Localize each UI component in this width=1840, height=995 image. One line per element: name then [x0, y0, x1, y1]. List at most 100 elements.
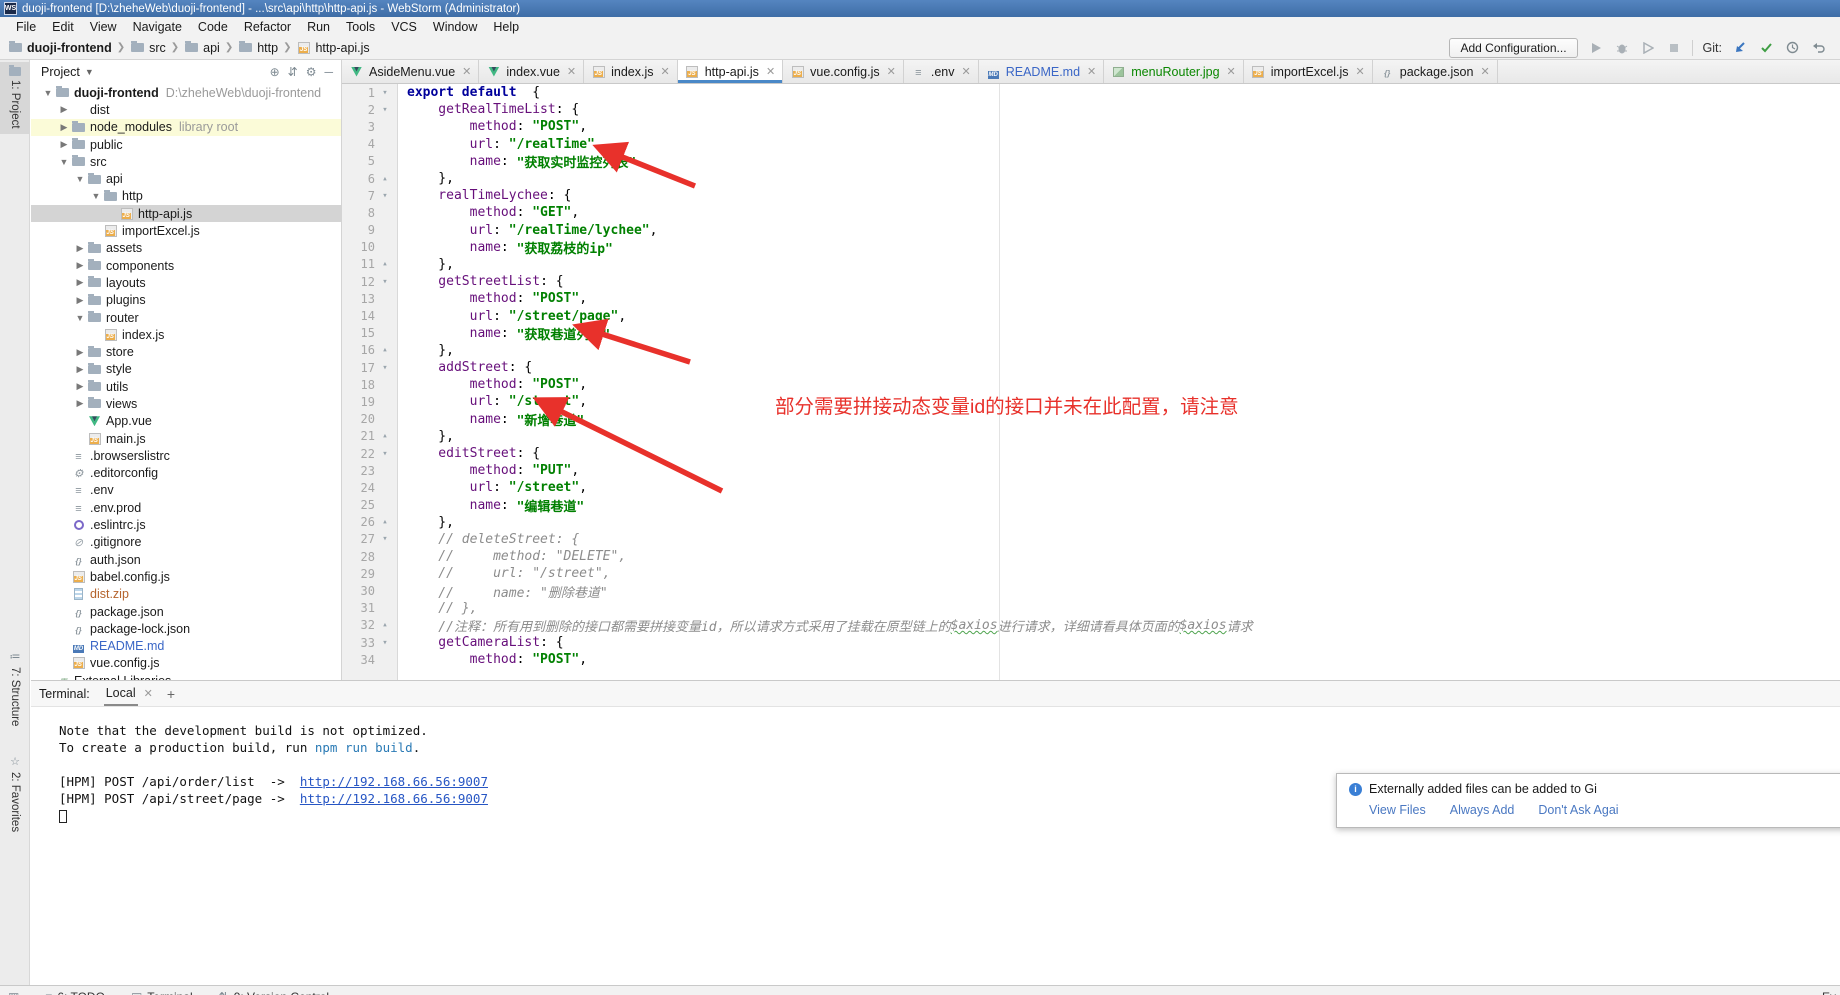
tree-row-api[interactable]: ▼api — [31, 170, 341, 187]
history-icon[interactable] — [1784, 40, 1800, 56]
tree-row-components[interactable]: ▶components — [31, 257, 341, 274]
breadcrumb-item[interactable]: api — [184, 41, 220, 55]
editor-tab-http-api-js[interactable]: http-api.js✕ — [678, 60, 783, 83]
tree-row-utils[interactable]: ▶utils — [31, 378, 341, 395]
tree-closed-chevron-icon[interactable]: ▶ — [73, 364, 87, 375]
tree-open-chevron-icon[interactable]: ▼ — [57, 157, 71, 167]
tree-row--editorconfig[interactable]: .editorconfig — [31, 465, 341, 482]
tree-closed-chevron-icon[interactable]: ▶ — [73, 243, 87, 254]
tree-row-node-modules[interactable]: ▶node_moduleslibrary root — [31, 119, 341, 136]
tree-row-readme-md[interactable]: README.md — [31, 638, 341, 655]
tree-row-package-lock-json[interactable]: package-lock.json — [31, 620, 341, 637]
menu-item-code[interactable]: Code — [190, 20, 236, 34]
tree-row-index-js[interactable]: index.js — [31, 326, 341, 343]
fold-end-icon[interactable]: ▴ — [375, 174, 395, 184]
tree-closed-chevron-icon[interactable]: ▶ — [73, 277, 87, 288]
tree-row-main-js[interactable]: main.js — [31, 430, 341, 447]
fold-open-icon[interactable]: ▾ — [375, 449, 395, 459]
tree-row-router[interactable]: ▼router — [31, 309, 341, 326]
breadcrumb-item[interactable]: http — [238, 41, 278, 55]
project-view-selector[interactable]: Project — [41, 65, 80, 79]
tree-closed-chevron-icon[interactable]: ▶ — [73, 260, 87, 271]
terminal-link[interactable]: http://192.168.66.56:9007 — [300, 791, 488, 806]
menu-item-file[interactable]: File — [8, 20, 44, 34]
fold-open-icon[interactable]: ▾ — [375, 638, 395, 648]
tree-row--env-prod[interactable]: .env.prod — [31, 499, 341, 516]
tree-row-store[interactable]: ▶store — [31, 343, 341, 360]
tree-row--gitignore[interactable]: .gitignore — [31, 534, 341, 551]
fold-end-icon[interactable]: ▴ — [375, 431, 395, 441]
tree-row-app-vue[interactable]: App.vue — [31, 413, 341, 430]
tree-open-chevron-icon[interactable]: ▼ — [73, 174, 87, 184]
tool-window-switcher-icon[interactable]: ▦ — [8, 990, 19, 995]
editor-tab-index-vue[interactable]: index.vue✕ — [479, 60, 584, 83]
menu-item-run[interactable]: Run — [299, 20, 338, 34]
tree-row-views[interactable]: ▶views — [31, 395, 341, 412]
tree-row-vue-config-js[interactable]: vue.config.js — [31, 655, 341, 672]
tree-closed-chevron-icon[interactable]: ▶ — [57, 104, 71, 115]
tab-close-icon[interactable]: ✕ — [565, 65, 576, 78]
tree-open-chevron-icon[interactable]: ▼ — [73, 313, 87, 323]
tree-row-dist[interactable]: ▶dist — [31, 101, 341, 118]
run-icon[interactable] — [1588, 40, 1604, 56]
fold-open-icon[interactable]: ▾ — [375, 534, 395, 544]
menu-item-vcs[interactable]: VCS — [383, 20, 425, 34]
tree-row-src[interactable]: ▼src — [31, 153, 341, 170]
breadcrumb-item[interactable]: duoji-frontend — [8, 41, 112, 55]
menu-item-window[interactable]: Window — [425, 20, 485, 34]
tree-row-style[interactable]: ▶style — [31, 361, 341, 378]
fold-open-icon[interactable]: ▾ — [375, 363, 395, 373]
run-with-coverage-icon[interactable] — [1640, 40, 1656, 56]
tree-row-duoji-frontend[interactable]: ▼duoji-frontendD:\zheheWeb\duoji-fronten… — [31, 84, 341, 101]
editor-tab-index-js[interactable]: index.js✕ — [584, 60, 678, 83]
terminal-tab-local[interactable]: Local — [104, 682, 138, 706]
fold-end-icon[interactable]: ▴ — [375, 259, 395, 269]
editor-tab-importexcel-js[interactable]: importExcel.js✕ — [1244, 60, 1373, 83]
tree-closed-chevron-icon[interactable]: ▶ — [73, 398, 87, 409]
tab-close-icon[interactable]: ✕ — [764, 65, 775, 78]
editor-tab--env[interactable]: .env✕ — [904, 60, 979, 83]
project-panel-header[interactable]: Project ▼ ⊕ ⇵ ⚙ ─ — [31, 60, 341, 83]
tree-row-layouts[interactable]: ▶layouts — [31, 274, 341, 291]
tree-row-importexcel-js[interactable]: importExcel.js — [31, 222, 341, 239]
git-update-icon[interactable] — [1732, 40, 1748, 56]
tree-open-chevron-icon[interactable]: ▼ — [41, 88, 55, 98]
tab-close-icon[interactable]: ✕ — [460, 65, 471, 78]
statusbar-item-6--todo[interactable]: ≡6: TODO — [45, 990, 105, 995]
rollback-icon[interactable] — [1810, 40, 1826, 56]
tab-close-icon[interactable]: ✕ — [659, 65, 670, 78]
tree-row-plugins[interactable]: ▶plugins — [31, 292, 341, 309]
notification-action-view-files[interactable]: View Files — [1369, 803, 1426, 817]
tab-close-icon[interactable]: ✕ — [885, 65, 896, 78]
tree-row-http[interactable]: ▼http — [31, 188, 341, 205]
menu-item-navigate[interactable]: Navigate — [125, 20, 190, 34]
tree-closed-chevron-icon[interactable]: ▶ — [73, 381, 87, 392]
new-terminal-icon[interactable]: + — [167, 686, 175, 702]
tree-closed-chevron-icon[interactable]: ▶ — [57, 139, 71, 150]
breadcrumb-item[interactable]: http-api.js — [296, 41, 369, 55]
tree-closed-chevron-icon[interactable]: ▶ — [73, 295, 87, 306]
tree-row-babel-config-js[interactable]: babel.config.js — [31, 568, 341, 585]
tree-row-http-api-js[interactable]: http-api.js — [31, 205, 341, 222]
tab-close-icon[interactable]: ✕ — [1085, 65, 1096, 78]
tree-row-assets[interactable]: ▶assets — [31, 240, 341, 257]
event-log-item[interactable]: ● Ev — [1810, 990, 1840, 995]
tree-row-dist-zip[interactable]: dist.zip — [31, 586, 341, 603]
editor-tab-asidemenu-vue[interactable]: AsideMenu.vue✕ — [342, 60, 479, 83]
sidebar-tab-structure[interactable]: ≔ 7: Structure — [0, 645, 30, 731]
editor-body[interactable]: 1▾2▾3456▴7▾891011▴12▾13141516▴17▾1819202… — [342, 84, 1840, 680]
menu-item-view[interactable]: View — [82, 20, 125, 34]
sidebar-tab-project[interactable]: 1: Project — [0, 62, 30, 134]
statusbar-item-9--version-control[interactable]: ⇅9: Version Control — [219, 990, 329, 995]
tree-closed-chevron-icon[interactable]: ▶ — [57, 122, 71, 133]
stop-icon[interactable] — [1666, 40, 1682, 56]
terminal-link[interactable]: http://192.168.66.56:9007 — [300, 774, 488, 789]
tree-row-public[interactable]: ▶public — [31, 136, 341, 153]
breadcrumb-item[interactable]: src — [130, 41, 166, 55]
editor-tab-package-json[interactable]: package.json✕ — [1373, 60, 1498, 83]
sidebar-tab-favorites[interactable]: ☆ 2: Favorites — [0, 750, 30, 837]
fold-open-icon[interactable]: ▾ — [375, 191, 395, 201]
tab-close-icon[interactable]: ✕ — [1225, 65, 1236, 78]
tree-row--eslintrc-js[interactable]: .eslintrc.js — [31, 516, 341, 533]
panel-settings-icon[interactable]: ⚙ — [306, 65, 317, 79]
